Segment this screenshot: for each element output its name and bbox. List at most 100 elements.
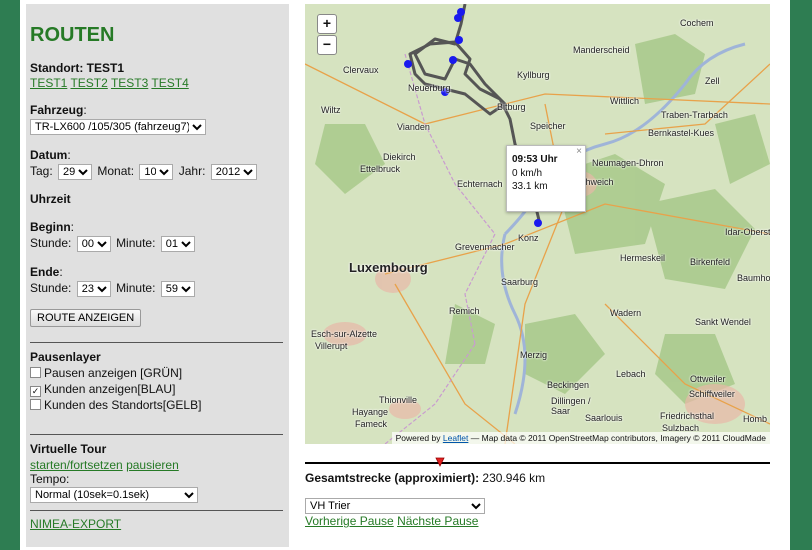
tempo-select[interactable]: Normal (10sek=0.1sek) bbox=[30, 487, 198, 503]
popup-close-icon[interactable]: × bbox=[576, 146, 582, 157]
nimea-export-link[interactable]: NIMEA-EXPORT bbox=[30, 517, 121, 531]
layer-pausen[interactable]: Pausen anzeigen [GRÜN] bbox=[30, 366, 182, 380]
beginn-minute-select[interactable]: 01 bbox=[160, 236, 195, 252]
standort-label: Standort: TEST1 bbox=[30, 61, 125, 75]
beginn-minute-label: Minute: bbox=[116, 236, 156, 250]
standort-link-test4[interactable]: TEST4 bbox=[151, 76, 188, 90]
progress-handle-icon[interactable] bbox=[435, 456, 445, 467]
place-label: Bitburg bbox=[497, 102, 526, 112]
place-label: Ettelbruck bbox=[360, 164, 401, 174]
tour-links: starten/fortsetzen pausieren bbox=[30, 458, 179, 472]
place-label: Merzig bbox=[520, 350, 548, 360]
pause-select[interactable]: VH Trier bbox=[305, 498, 485, 514]
tempo-label: Tempo: bbox=[30, 472, 70, 486]
jahr-select[interactable]: 2012 bbox=[210, 164, 257, 180]
standort-checkbox[interactable] bbox=[30, 399, 41, 410]
place-label: Neumagen-Dhron bbox=[592, 158, 664, 168]
next-pause-link[interactable]: Nächste Pause bbox=[397, 514, 478, 528]
place-label: Zell bbox=[705, 76, 720, 86]
map[interactable]: Cochem Manderscheid Clervaux Kyllburg Ze… bbox=[305, 4, 770, 444]
datum-label: Datum bbox=[30, 148, 68, 162]
gesamt-label: Gesamtstrecke (approximiert): bbox=[305, 471, 480, 485]
pause-nav: Vorherige Pause Nächste Pause bbox=[305, 514, 478, 528]
place-label: Hermeskeil bbox=[620, 253, 666, 263]
map-attribution: Powered by Leaflet — Map data © 2011 Ope… bbox=[391, 432, 770, 444]
popup-speed: 0 km/h bbox=[512, 168, 543, 179]
layer-standort[interactable]: Kunden des Standorts[GELB] bbox=[30, 398, 201, 412]
place-label: Bernkastel-Kues bbox=[648, 128, 715, 138]
divider bbox=[30, 342, 283, 343]
ende-label: Ende bbox=[30, 265, 60, 279]
uhrzeit-label: Uhrzeit bbox=[30, 192, 71, 206]
standort-link-test1[interactable]: TEST1 bbox=[30, 76, 67, 90]
place-label: Villerupt bbox=[315, 341, 348, 351]
prev-pause-link[interactable]: Vorherige Pause bbox=[305, 514, 394, 528]
beginn-stunde-label: Stunde: bbox=[30, 236, 72, 250]
ende-stunde-select[interactable]: 23 bbox=[76, 281, 111, 297]
place-label: Vianden bbox=[397, 122, 430, 132]
place-label: Grevenmacher bbox=[455, 242, 515, 252]
place-label: Sankt Wendel bbox=[695, 317, 751, 327]
place-label: Manderscheid bbox=[573, 45, 630, 55]
monat-select[interactable]: 10 bbox=[139, 164, 174, 180]
datum-row: Tag: 29 Monat: 10 Jahr: 2012 bbox=[30, 164, 259, 180]
pausen-checkbox[interactable] bbox=[30, 367, 41, 378]
place-label: Wadern bbox=[610, 308, 642, 318]
kunden-checkbox[interactable]: ✓ bbox=[30, 386, 41, 397]
ende-minute-select[interactable]: 59 bbox=[160, 281, 195, 297]
standort-link-test2[interactable]: TEST2 bbox=[70, 76, 107, 90]
divider bbox=[30, 434, 283, 435]
place-label: Saarburg bbox=[501, 277, 539, 287]
place-label: Diekirch bbox=[383, 152, 416, 162]
popup-time: 09:53 Uhr bbox=[512, 154, 558, 165]
tag-label: Tag: bbox=[30, 164, 53, 178]
place-label: Beckingen bbox=[547, 380, 590, 390]
fahrzeug-label: Fahrzeug bbox=[30, 103, 84, 117]
beginn-stunde-select[interactable]: 00 bbox=[76, 236, 111, 252]
layer-kunden[interactable]: ✓ Kunden anzeigen[BLAU] bbox=[30, 382, 175, 397]
map-popup: × 09:53 Uhr 0 km/h 33.1 km bbox=[506, 145, 586, 212]
place-label: Ottweiler bbox=[690, 374, 726, 384]
tour-start-link[interactable]: starten/fortsetzen bbox=[30, 458, 123, 472]
tour-label: Virtuelle Tour bbox=[30, 442, 107, 456]
attribution-suffix: — Map data © 2011 OpenStreetMap contribu… bbox=[470, 433, 766, 443]
place-label: Baumho bbox=[737, 273, 770, 283]
beginn-row: Stunde: 00 Minute: 01 bbox=[30, 236, 197, 252]
layer-pausen-label: Pausen anzeigen [GRÜN] bbox=[44, 366, 183, 380]
progress-track[interactable] bbox=[305, 462, 770, 464]
tag-select[interactable]: 29 bbox=[58, 164, 93, 180]
place-label: Wittlich bbox=[610, 96, 639, 106]
place-label: Homb bbox=[743, 414, 768, 424]
attribution-prefix: Powered by bbox=[395, 433, 441, 443]
route-anzeigen-button[interactable]: ROUTE ANZEIGEN bbox=[30, 309, 142, 327]
place-label: Thionville bbox=[379, 395, 418, 405]
place-label: Kyllburg bbox=[517, 70, 550, 80]
zoom-out-button[interactable]: − bbox=[317, 35, 337, 55]
zoom-in-button[interactable]: + bbox=[317, 14, 337, 34]
place-label: Wiltz bbox=[321, 105, 341, 115]
place-label: Birkenfeld bbox=[690, 257, 731, 267]
gesamt-value: 230.946 km bbox=[482, 471, 546, 485]
place-label: Clervaux bbox=[343, 65, 379, 75]
fahrzeug-select[interactable]: TR-LX600 /105/305 (fahrzeug7) bbox=[30, 119, 206, 135]
place-label: Lebach bbox=[616, 369, 646, 379]
layer-kunden-label: Kunden anzeigen[BLAU] bbox=[44, 382, 176, 396]
monat-label: Monat: bbox=[97, 164, 135, 178]
tour-pause-link[interactable]: pausieren bbox=[126, 458, 179, 472]
place-label: Friedrichsthal bbox=[660, 411, 715, 421]
place-label: Saarlouis bbox=[585, 413, 623, 423]
place-label: Konz bbox=[518, 233, 539, 243]
leaflet-link[interactable]: Leaflet bbox=[443, 433, 469, 443]
standort-link-test3[interactable]: TEST3 bbox=[111, 76, 148, 90]
place-label: Traben-Trarbach bbox=[661, 110, 728, 120]
gesamt-row: Gesamtstrecke (approximiert): 230.946 km bbox=[305, 471, 545, 485]
place-label: Idar-Oberst bbox=[725, 227, 770, 237]
place-label: Esch-sur-Alzette bbox=[311, 329, 378, 339]
ende-minute-label: Minute: bbox=[116, 281, 156, 295]
standort-links: TEST1 TEST2 TEST3 TEST4 bbox=[30, 76, 189, 90]
page-title: ROUTEN bbox=[30, 24, 115, 46]
divider bbox=[30, 510, 283, 511]
beginn-label: Beginn bbox=[30, 220, 71, 234]
place-label: Remich bbox=[449, 306, 480, 316]
pausenlayer-label: Pausenlayer bbox=[30, 350, 101, 364]
